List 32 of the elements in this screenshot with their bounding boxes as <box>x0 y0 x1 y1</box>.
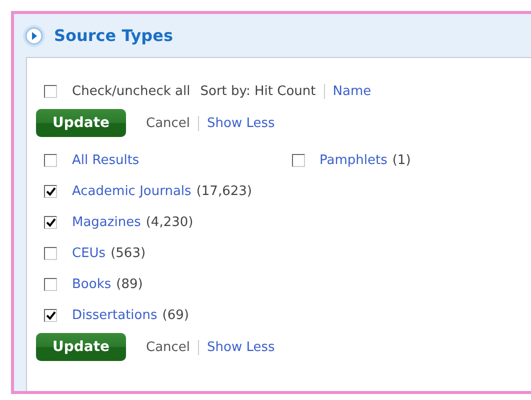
checkbox[interactable] <box>44 185 57 198</box>
hit-count: (1) <box>392 153 411 168</box>
checkbox[interactable] <box>44 247 57 260</box>
cancel-link[interactable]: Cancel <box>146 116 190 130</box>
source-type-link[interactable]: Academic Journals <box>72 184 192 199</box>
checkbox[interactable] <box>292 154 304 167</box>
sort-name-link[interactable]: Name <box>332 84 372 99</box>
sort-label: Sort by: Hit Count <box>200 84 316 99</box>
checkbox[interactable] <box>44 216 57 229</box>
source-type-link[interactable]: Pamphlets <box>320 153 388 168</box>
hit-count: (89) <box>116 277 143 292</box>
hit-count: (4,230) <box>146 215 194 230</box>
checkbox[interactable] <box>44 154 57 167</box>
panel-title: Source Types <box>54 26 173 45</box>
show-less-link[interactable]: Show Less <box>207 116 275 130</box>
source-type-link[interactable]: Books <box>72 277 112 292</box>
update-button[interactable]: Update <box>36 333 126 361</box>
source-type-link[interactable]: Dissertations <box>72 308 158 323</box>
expand-icon[interactable] <box>22 24 46 48</box>
hit-count: (69) <box>162 308 189 323</box>
checkbox[interactable] <box>44 309 57 322</box>
checkbox[interactable] <box>44 278 57 291</box>
hit-count: (563) <box>110 246 146 261</box>
hit-count: (17,623) <box>196 184 252 199</box>
checkbox[interactable] <box>44 85 57 98</box>
update-button[interactable]: Update <box>36 109 126 137</box>
show-less-link[interactable]: Show Less <box>207 340 275 354</box>
source-type-link[interactable]: All Results <box>72 153 140 168</box>
check-all-label: Check/uncheck all <box>72 84 190 99</box>
source-type-link[interactable]: CEUs <box>72 246 106 261</box>
source-type-link[interactable]: Magazines <box>72 215 141 230</box>
cancel-link[interactable]: Cancel <box>146 340 190 354</box>
